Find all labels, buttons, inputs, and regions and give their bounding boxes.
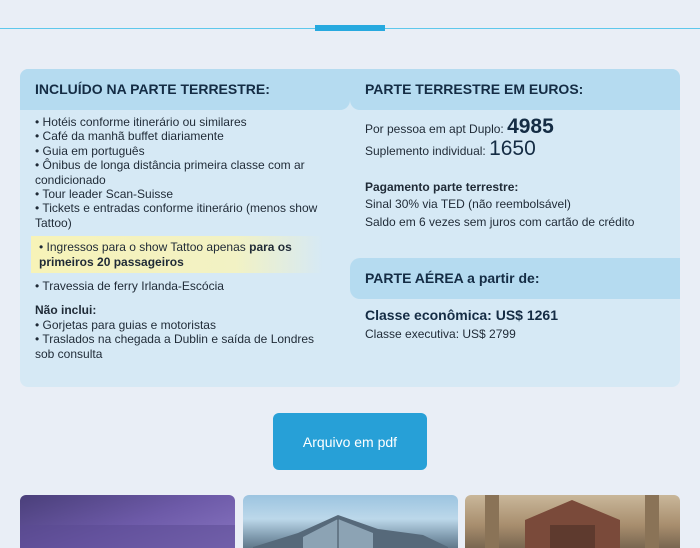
list-item: • Café da manhã buffet diariamente bbox=[35, 129, 224, 144]
gallery-image-2[interactable] bbox=[243, 495, 458, 548]
euros-header: PARTE TERRESTRE EM EUROS: bbox=[350, 69, 680, 110]
sky-image bbox=[20, 525, 235, 548]
executive-price: Classe executiva: US$ 2799 bbox=[365, 327, 516, 341]
list-item: • Hotéis conforme itinerário ou similare… bbox=[35, 115, 247, 129]
cathedral-image bbox=[485, 495, 659, 548]
gallery-image-1[interactable] bbox=[20, 495, 235, 548]
list-item: • Travessia de ferry Irlanda-Escócia bbox=[35, 279, 224, 294]
list-item: • Traslados na chegada a Dublin e saída … bbox=[35, 332, 315, 361]
payment-line: Sinal 30% via TED (não reembolsável) bbox=[365, 197, 571, 211]
single-supplement-value: 1650 bbox=[489, 137, 536, 160]
single-supplement-label: Suplemento individual: bbox=[365, 144, 490, 158]
double-price-value: 4985 bbox=[507, 115, 554, 138]
not-included-title: Não inclui: bbox=[35, 303, 97, 318]
top-divider-accent bbox=[315, 25, 385, 31]
list-item: • Guia em português bbox=[35, 143, 145, 158]
list-item: • Gorjetas para guias e motoristas bbox=[35, 317, 216, 332]
double-price-label: Por pessoa em apt Duplo: bbox=[365, 122, 508, 136]
included-header: INCLUÍDO NA PARTE TERRESTRE: bbox=[20, 69, 350, 110]
double-price-row: Por pessoa em apt Duplo: 4985 bbox=[365, 115, 670, 138]
list-item: • Ônibus de longa distância primeira cla… bbox=[35, 158, 305, 187]
pdf-download-button[interactable]: Arquivo em pdf bbox=[273, 413, 427, 470]
tattoo-highlight: • Ingressos para o show Tattoo apenas pa… bbox=[31, 236, 323, 274]
economy-price: Classe econômica: US$ 1261 bbox=[365, 307, 558, 323]
included-list: • Hotéis conforme itinerário ou similare… bbox=[31, 115, 335, 361]
building-image bbox=[253, 515, 448, 548]
list-item: • Tour leader Scan-Suisse bbox=[35, 187, 174, 202]
air-header: PARTE AÉREA a partir de: bbox=[350, 258, 680, 299]
payment-title: Pagamento parte terrestre: bbox=[365, 180, 519, 194]
payment-line: Saldo em 6 vezes sem juros com cartão de… bbox=[365, 215, 635, 229]
highlight-text: • Ingressos para o show Tattoo apenas bbox=[39, 240, 250, 255]
list-item: • Tickets e entradas conforme itinerário… bbox=[35, 201, 318, 230]
euros-prices: Por pessoa em apt Duplo: 4985 Suplemento… bbox=[365, 115, 670, 231]
single-supplement-row: Suplemento individual: 1650 bbox=[365, 137, 670, 160]
pricing-card: INCLUÍDO NA PARTE TERRESTRE: PARTE TERRE… bbox=[20, 69, 680, 387]
gallery-image-3[interactable] bbox=[465, 495, 680, 548]
